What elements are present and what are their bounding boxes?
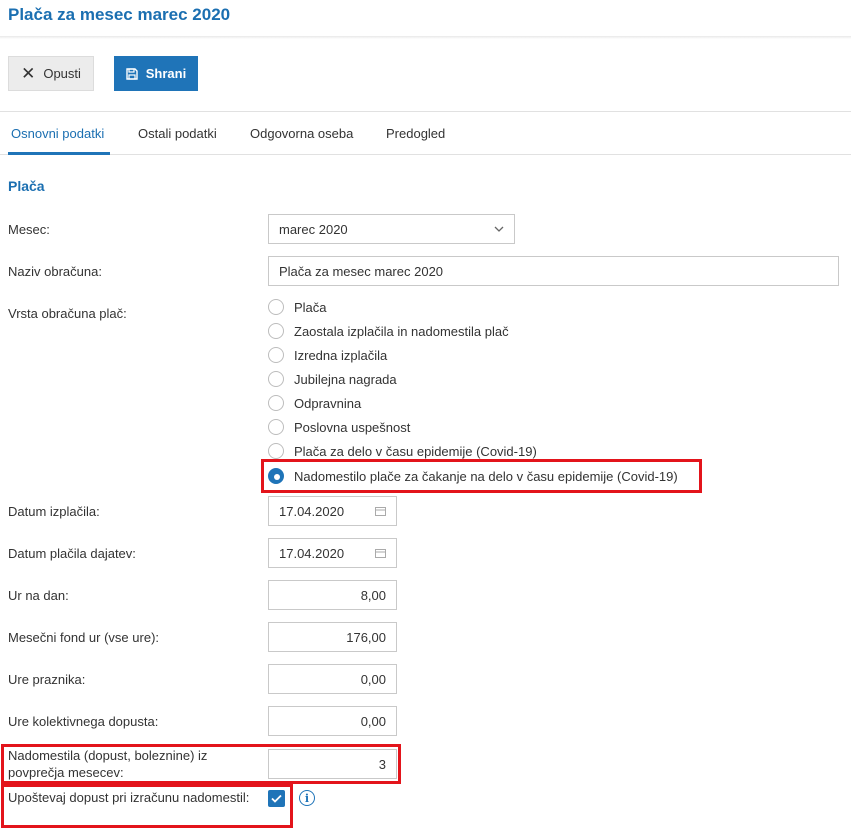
monthly-hours-input[interactable]: 176,00 xyxy=(268,622,397,652)
radio-button[interactable] xyxy=(268,419,284,435)
radio-option-placa[interactable]: Plača xyxy=(268,298,327,316)
tax-date-input[interactable]: 17.04.2020 xyxy=(268,538,397,568)
tab-ostali-podatki[interactable]: Ostali podatki xyxy=(138,126,217,141)
radio-option-odpravnina[interactable]: Odpravnina xyxy=(268,394,361,412)
radio-option-label: Izredna izplačila xyxy=(294,347,388,363)
tax-date-label: Datum plačila dajatev: xyxy=(8,546,136,561)
monthly-hours-value: 176,00 xyxy=(346,629,386,645)
tab-odgovorna-oseba[interactable]: Odgovorna oseba xyxy=(250,126,353,141)
holiday-hours-input[interactable]: 0,00 xyxy=(268,664,397,694)
payout-date-label: Datum izplačila: xyxy=(8,504,100,519)
radio-option-poslovna[interactable]: Poslovna uspešnost xyxy=(268,418,410,436)
radio-button[interactable] xyxy=(268,395,284,411)
consider-leave-checkbox[interactable] xyxy=(268,790,285,807)
hours-per-day-label: Ur na dan: xyxy=(8,588,69,603)
save-button[interactable]: Shrani xyxy=(114,56,198,91)
radio-option-label: Jubilejna nagrada xyxy=(294,371,397,387)
avg-months-input[interactable]: 3 xyxy=(268,749,397,779)
tax-date-value: 17.04.2020 xyxy=(279,545,345,561)
radio-option-jubilejna[interactable]: Jubilejna nagrada xyxy=(268,370,397,388)
radio-button[interactable] xyxy=(268,323,284,339)
header-divider xyxy=(0,36,851,39)
radio-option-label: Poslovna uspešnost xyxy=(294,419,411,435)
radio-option-label: Plača za delo v času epidemije (Covid-19… xyxy=(294,443,537,459)
cancel-button-label: Opusti xyxy=(43,66,81,81)
holiday-hours-value: 0,00 xyxy=(360,671,386,687)
name-label: Naziv obračuna: xyxy=(8,264,102,279)
radio-button[interactable] xyxy=(268,299,284,315)
radio-button[interactable] xyxy=(268,347,284,363)
avg-months-label: Nadomestila (dopust, boleznine) iz povpr… xyxy=(8,748,208,780)
hours-per-day-value: 8,00 xyxy=(360,587,386,603)
holiday-hours-label: Ure praznika: xyxy=(8,672,86,687)
type-label: Vrsta obračuna plač: xyxy=(8,306,127,321)
collective-leave-label: Ure kolektivnega dopusta: xyxy=(8,714,159,729)
info-icon[interactable]: i xyxy=(299,790,315,806)
radio-button-selected[interactable] xyxy=(268,468,284,484)
chevron-down-icon xyxy=(494,226,504,232)
page-title: Plača za mesec marec 2020 xyxy=(8,5,231,24)
calendar-icon[interactable] xyxy=(375,506,386,516)
tab-predogled[interactable]: Predogled xyxy=(386,126,445,141)
section-title: Plača xyxy=(8,178,45,194)
cancel-button[interactable]: ✕ Opusti xyxy=(8,56,94,91)
radio-button[interactable] xyxy=(268,443,284,459)
radio-option-zaostala[interactable]: Zaostala izplačila in nadomestila plač xyxy=(268,322,509,340)
name-input[interactable]: Plača za mesec marec 2020 xyxy=(268,256,839,286)
floppy-disk-icon xyxy=(126,67,138,80)
month-select[interactable]: marec 2020 xyxy=(268,214,515,244)
avg-months-value: 3 xyxy=(378,756,386,772)
radio-option-covid-delo[interactable]: Plača za delo v času epidemije (Covid-19… xyxy=(268,442,537,460)
save-button-label: Shrani xyxy=(145,66,187,81)
monthly-hours-label: Mesečni fond ur (vse ure): xyxy=(8,630,160,645)
close-icon: ✕ xyxy=(21,64,36,83)
month-label: Mesec: xyxy=(8,222,50,237)
active-tab-indicator xyxy=(8,152,110,155)
radio-option-covid-cakanje[interactable]: Nadomestilo plače za čakanje na delo v č… xyxy=(268,467,678,485)
month-select-value: marec 2020 xyxy=(279,221,348,237)
checkmark-icon xyxy=(271,794,282,803)
calendar-icon[interactable] xyxy=(375,548,386,558)
radio-option-izredna[interactable]: Izredna izplačila xyxy=(268,346,387,364)
collective-leave-input[interactable]: 0,00 xyxy=(268,706,397,736)
consider-leave-label: Upoštevaj dopust pri izračunu nadomestil… xyxy=(8,790,250,805)
payout-date-input[interactable]: 17.04.2020 xyxy=(268,496,397,526)
tabs-divider xyxy=(0,154,851,155)
collective-leave-value: 0,00 xyxy=(360,713,386,729)
radio-option-label: Odpravnina xyxy=(294,395,362,411)
radio-option-label: Nadomestilo plače za čakanje na delo v č… xyxy=(294,468,678,484)
hours-per-day-input[interactable]: 8,00 xyxy=(268,580,397,610)
radio-button[interactable] xyxy=(268,371,284,387)
radio-option-label: Plača xyxy=(294,299,327,315)
radio-option-label: Zaostala izplačila in nadomestila plač xyxy=(294,323,509,339)
tab-osnovni-podatki[interactable]: Osnovni podatki xyxy=(11,126,104,141)
name-input-value: Plača za mesec marec 2020 xyxy=(279,263,444,279)
payout-date-value: 17.04.2020 xyxy=(279,503,345,519)
divider xyxy=(0,111,851,112)
